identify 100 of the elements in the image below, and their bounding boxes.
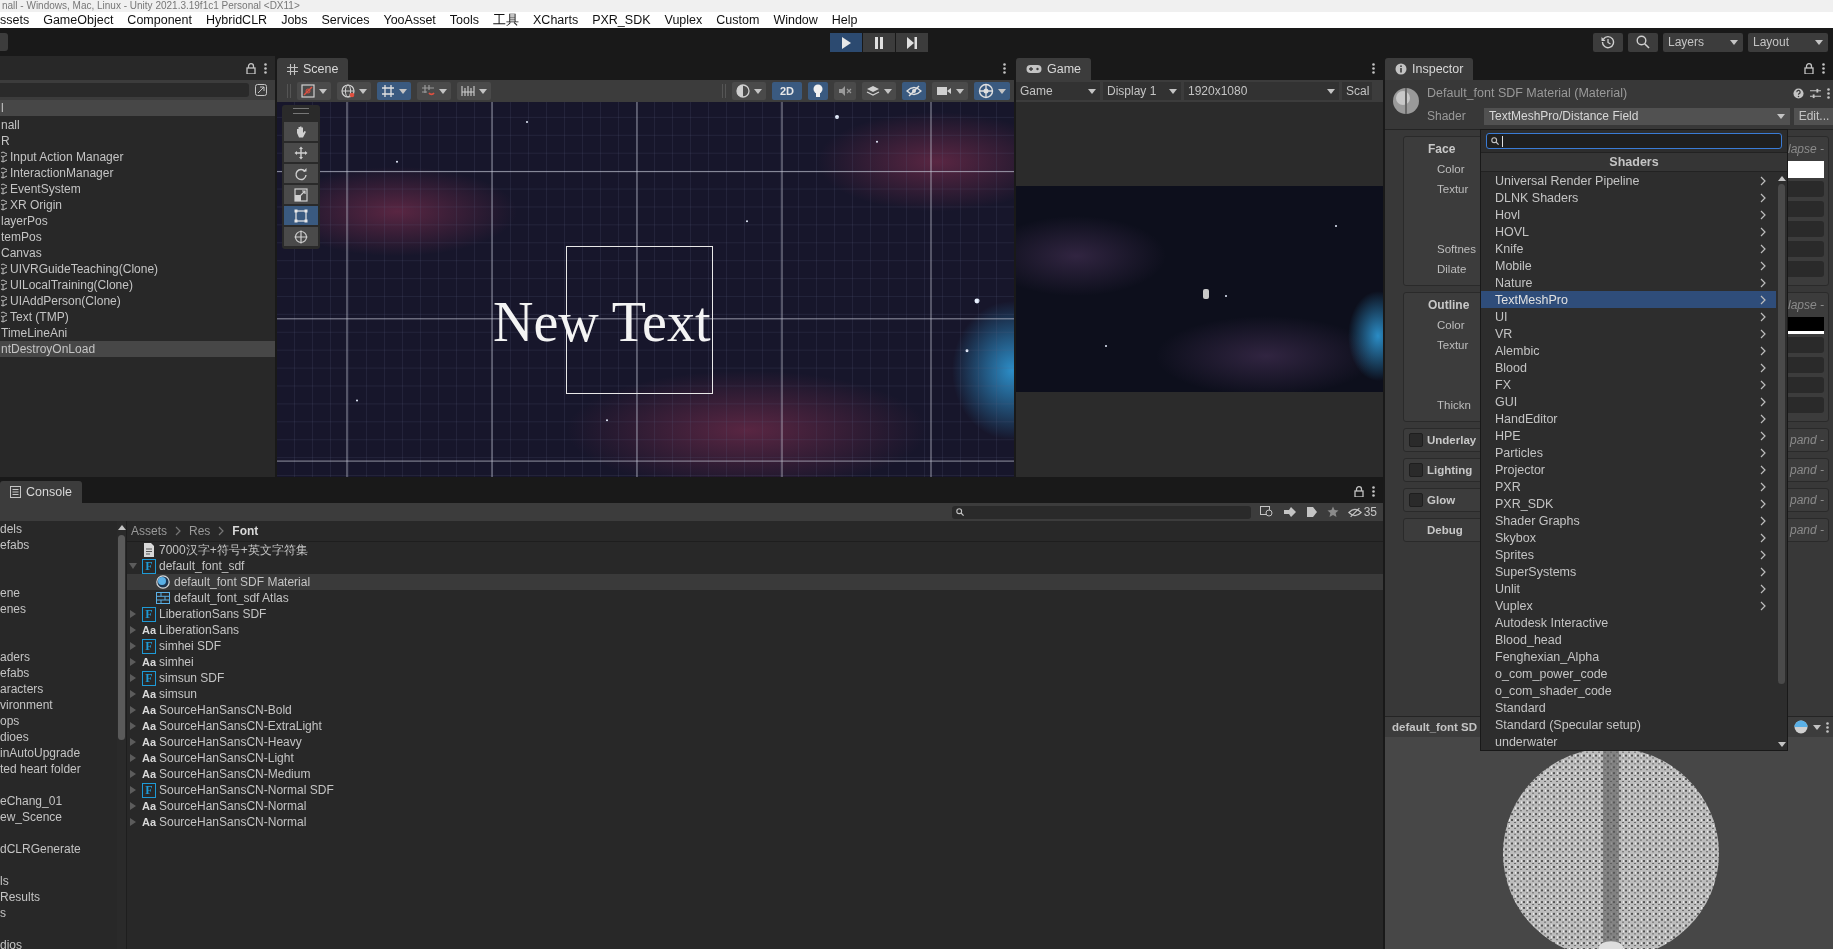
hierarchy-item[interactable]: XR Origin [0,197,275,213]
asset-item[interactable]: Aa LiberationSans [127,622,1383,638]
settings-sliders-icon[interactable] [1810,87,1821,99]
menu-item[interactable]: Help [824,13,865,27]
drag-handle[interactable] [293,108,309,114]
asset-item[interactable]: Aa SourceHanSansCN-ExtraLight [127,718,1383,734]
preview-sphere-icon[interactable] [1794,720,1808,734]
game-view-dropdown[interactable]: Display 1 [1103,82,1181,100]
asset-item[interactable]: Aa SourceHanSansCN-Normal [127,814,1383,830]
asset-item[interactable]: 7000汉字+符号+英文字符集 [127,542,1383,558]
tool-button[interactable] [284,143,318,162]
folder-item[interactable]: dCLRGenerate [0,841,117,857]
asset-item[interactable]: F simsun SDF [127,670,1383,686]
asset-item[interactable]: Aa simhei [127,654,1383,670]
search-button[interactable] [1628,32,1658,52]
menu-item[interactable]: HPE [1481,427,1776,444]
menu-item[interactable]: PXR [1481,478,1776,495]
menu-item[interactable]: Blood [1481,359,1776,376]
label-filter-icon[interactable] [1305,506,1318,518]
folder-item[interactable]: s [0,905,117,921]
menu-item[interactable]: Autodesk Interactive [1481,614,1776,631]
expand-window-icon[interactable] [255,84,267,96]
hierarchy-item[interactable]: nall [0,117,275,133]
folder-item[interactable]: enes [0,601,117,617]
layout-dropdown[interactable]: Layout [1748,32,1828,52]
favorite-star-icon[interactable] [1326,506,1339,518]
type-filter-icon[interactable] [1282,506,1297,518]
folder-item[interactable]: inAutoUpgrade [0,745,117,761]
menu-item[interactable]: XCharts [526,13,586,27]
more-icon[interactable] [1003,62,1006,74]
menu-item[interactable]: Fenghexian_Alpha [1481,648,1776,665]
folder-item[interactable]: ene [0,585,117,601]
menu-item[interactable]: HybridCLR [199,13,275,27]
lock-icon[interactable] [1804,62,1814,74]
menu-item[interactable]: Tools [442,13,486,27]
hierarchy-item[interactable]: UILocalTraining(Clone) [0,277,275,293]
scene-toolbar-button[interactable] [337,82,371,100]
section-checkbox[interactable] [1409,463,1423,477]
lock-icon[interactable] [1354,485,1364,497]
menu-item[interactable]: Standard [1481,699,1776,716]
asset-item[interactable]: Aa SourceHanSansCN-Bold [127,702,1383,718]
folder-item[interactable]: dioes [0,729,117,745]
tool-button[interactable] [284,185,318,204]
scroll-down-arrow-icon[interactable] [1777,742,1786,747]
scene-toolbar-button[interactable] [417,82,451,100]
breadcrumb-link[interactable]: Font [232,524,259,538]
tool-button[interactable] [284,122,318,141]
inspector-tab[interactable]: Inspector [1385,58,1474,80]
folder-item[interactable]: dios [0,937,117,949]
shader-dropdown[interactable]: TextMeshPro/Distance Field [1484,107,1790,125]
menu-item[interactable]: Projector [1481,461,1776,478]
menu-item[interactable]: o_com_shader_code [1481,682,1776,699]
menu-item[interactable]: ssets [0,13,37,27]
scroll-thumb[interactable] [118,535,125,740]
tool-button[interactable] [284,206,318,225]
step-button[interactable] [896,33,928,52]
menu-item[interactable]: o_com_power_code [1481,665,1776,682]
asset-item[interactable]: Aa SourceHanSansCN-Light [127,750,1383,766]
game-tab[interactable]: Game [1016,58,1092,80]
more-icon[interactable] [1826,721,1829,733]
lock-icon[interactable] [246,62,256,74]
asset-item[interactable]: Aa SourceHanSansCN-Normal [127,798,1383,814]
history-button[interactable] [1593,32,1623,52]
menu-item[interactable]: TextMeshPro [1481,291,1776,308]
layers-dropdown[interactable]: Layers [1663,32,1743,52]
menu-item[interactable]: Component [120,13,199,27]
breadcrumb-link[interactable]: Res [189,524,211,538]
asset-item[interactable]: F default_font_sdf [127,558,1383,574]
menu-item[interactable]: Vuplex [1481,597,1776,614]
hierarchy-item[interactable]: EventSystem [0,181,275,197]
pause-button[interactable] [863,33,895,52]
scene-toolbar-button[interactable] [377,82,411,100]
hierarchy-item[interactable]: InteractionManager [0,165,275,181]
scroll-thumb[interactable] [1778,184,1785,684]
menu-item[interactable]: Nature [1481,274,1776,291]
menu-item[interactable]: DLNK Shaders [1481,189,1776,206]
tool-button[interactable] [284,227,318,246]
help-icon[interactable] [1793,87,1804,99]
folder-item[interactable]: dels [0,521,117,537]
menu-item[interactable]: SuperSystems [1481,563,1776,580]
scroll-up-arrow-icon[interactable] [117,525,126,530]
folder-item[interactable]: ops [0,713,117,729]
more-icon[interactable] [1372,62,1375,74]
hierarchy-item[interactable]: temPos [0,229,275,245]
scene-toolbar-button[interactable] [457,82,491,100]
hierarchy-item[interactable]: TimeLineAni [0,325,275,341]
hierarchy-item[interactable]: UIVRGuideTeaching(Clone) [0,261,275,277]
folder-item[interactable]: aders [0,649,117,665]
game-view-dropdown[interactable]: Scal [1342,82,1372,100]
search-filter-icon[interactable] [1259,506,1274,518]
menu-item[interactable]: GameObject [36,13,121,27]
search-field[interactable] [1486,133,1782,149]
scroll-up-arrow-icon[interactable] [1777,176,1786,181]
hierarchy-item[interactable]: Canvas [0,245,275,261]
menu-item[interactable]: underwater [1481,733,1776,750]
scene-toolbar-button[interactable] [297,82,331,100]
menu-item[interactable]: Mobile [1481,257,1776,274]
scene-toolbar-button[interactable] [932,82,968,100]
hidden-packages-toggle[interactable]: 35 [1347,505,1377,519]
menu-item[interactable]: Particles [1481,444,1776,461]
